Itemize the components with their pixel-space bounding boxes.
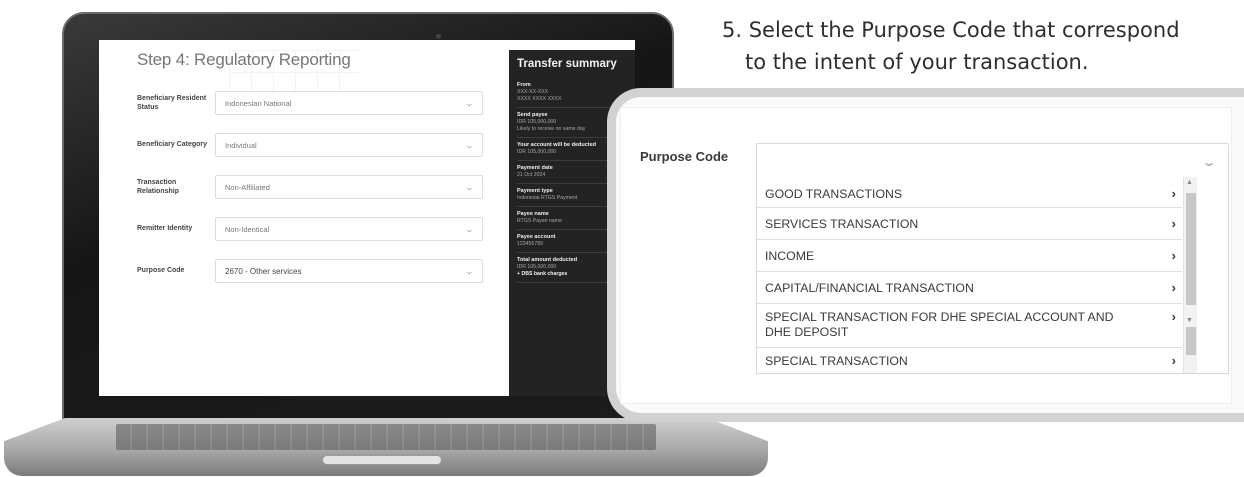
- beneficiary-category-select[interactable]: Individual ⌄: [215, 133, 483, 157]
- purpose-option-income[interactable]: INCOME ›: [757, 240, 1182, 272]
- select-value: Non-Affiliated: [225, 182, 270, 192]
- purpose-option-services-transaction[interactable]: SERVICES TRANSACTION ›: [757, 208, 1182, 240]
- purpose-code-select-small[interactable]: 2670 - Other services ⌄: [215, 259, 483, 283]
- trackpad-notch: [322, 455, 442, 465]
- form-row-purpose-code: Purpose Code 2670 - Other services ⌄: [137, 254, 507, 288]
- option-label: INCOME: [765, 249, 815, 263]
- chevron-right-icon: ›: [1171, 353, 1176, 368]
- instruction-text: 5. Select the Purpose Code that correspo…: [722, 14, 1244, 78]
- chevron-down-icon: ⌄: [464, 182, 475, 192]
- purpose-code-dropdown-list: GOOD TRANSACTIONS › SERVICES TRANSACTION…: [756, 176, 1229, 374]
- purpose-option-capital-financial[interactable]: CAPITAL/FINANCIAL TRANSACTION ›: [757, 272, 1182, 304]
- purpose-option-special-dhe[interactable]: SPECIAL TRANSACTION FOR DHE SPECIAL ACCO…: [757, 304, 1182, 348]
- form-row-remitter-identity: Remitter Identity Non-Identical ⌄: [137, 212, 507, 246]
- chevron-down-icon: ⌄: [464, 140, 475, 150]
- select-value: Non-Identical: [225, 224, 270, 234]
- instruction-line-1: 5. Select the Purpose Code that correspo…: [722, 18, 1180, 42]
- purpose-code-label: Purpose Code: [640, 149, 729, 164]
- option-label: CAPITAL/FINANCIAL TRANSACTION: [765, 281, 974, 295]
- select-value: 2670 - Other services: [225, 266, 302, 276]
- instruction-line-2: to the intent of your transaction.: [745, 50, 1089, 74]
- chevron-right-icon: ›: [1171, 309, 1176, 324]
- form-label: Beneficiary Resident Status: [137, 94, 207, 111]
- scrollbar-thumb[interactable]: [1186, 193, 1196, 305]
- laptop-screen: Step 4: Regulatory Reporting Beneficiary…: [99, 40, 635, 396]
- form-label: Transaction Relationship: [137, 178, 180, 195]
- summary-value: XXX-XX-XXX: [517, 89, 549, 95]
- form-label: Beneficiary Category: [137, 141, 208, 149]
- dropdown-scrollbar[interactable]: ▲ ▼: [1183, 177, 1197, 373]
- option-label: SPECIAL TRANSACTION: [765, 354, 908, 368]
- purpose-option-special-transaction[interactable]: SPECIAL TRANSACTION ›: [757, 348, 1182, 374]
- chevron-down-icon: ⌄: [464, 98, 475, 108]
- option-label: GOOD TRANSACTIONS: [765, 187, 903, 201]
- beneficiary-resident-status-select[interactable]: Indonesian National ⌄: [215, 91, 483, 115]
- keyboard: [116, 424, 656, 450]
- form-label: Remitter Identity: [137, 225, 193, 233]
- chevron-right-icon: ›: [1171, 280, 1176, 295]
- webcam-dot: [436, 34, 441, 39]
- summary-value: XXXX XXXX XXXX: [517, 96, 562, 103]
- chevron-right-icon: ›: [1171, 216, 1176, 231]
- form-row-beneficiary-resident-status: Beneficiary Resident Status Indonesian N…: [137, 86, 507, 120]
- scroll-down-icon[interactable]: ▼: [1186, 317, 1193, 324]
- remitter-identity-select[interactable]: Non-Identical ⌄: [215, 217, 483, 241]
- step-title: Step 4: Regulatory Reporting: [137, 50, 351, 69]
- select-value: Individual: [225, 140, 257, 150]
- chevron-right-icon: ›: [1171, 186, 1176, 201]
- form-row-beneficiary-category: Beneficiary Category Individual ⌄: [137, 128, 507, 162]
- chevron-down-icon[interactable]: ⌄: [1201, 155, 1217, 169]
- scrollbar-thumb-lower[interactable]: [1186, 327, 1196, 355]
- summary-title: Transfer summary: [517, 58, 617, 70]
- select-value: Indonesian National: [225, 98, 292, 108]
- summary-item-from: From XXX-XX-XXX XXXX XXXX XXXX: [517, 78, 627, 109]
- scroll-up-icon[interactable]: ▲: [1186, 179, 1193, 186]
- chevron-down-icon: ⌄: [464, 266, 475, 276]
- purpose-option-good-transactions[interactable]: GOOD TRANSACTIONS ›: [757, 180, 1182, 208]
- transaction-relationship-select[interactable]: Non-Affiliated ⌄: [215, 175, 483, 199]
- form-row-transaction-relationship: Transaction Relationship Non-Affiliated …: [137, 170, 507, 204]
- option-label: SERVICES TRANSACTION: [765, 217, 919, 231]
- chevron-down-icon: ⌄: [464, 224, 475, 234]
- chevron-right-icon: ›: [1171, 248, 1176, 263]
- summary-label: From: [517, 82, 531, 88]
- form-label: Purpose Code: [137, 267, 185, 275]
- regulatory-form: Step 4: Regulatory Reporting Beneficiary…: [99, 40, 507, 396]
- option-label: SPECIAL TRANSACTION FOR DHE SPECIAL ACCO…: [765, 310, 1114, 339]
